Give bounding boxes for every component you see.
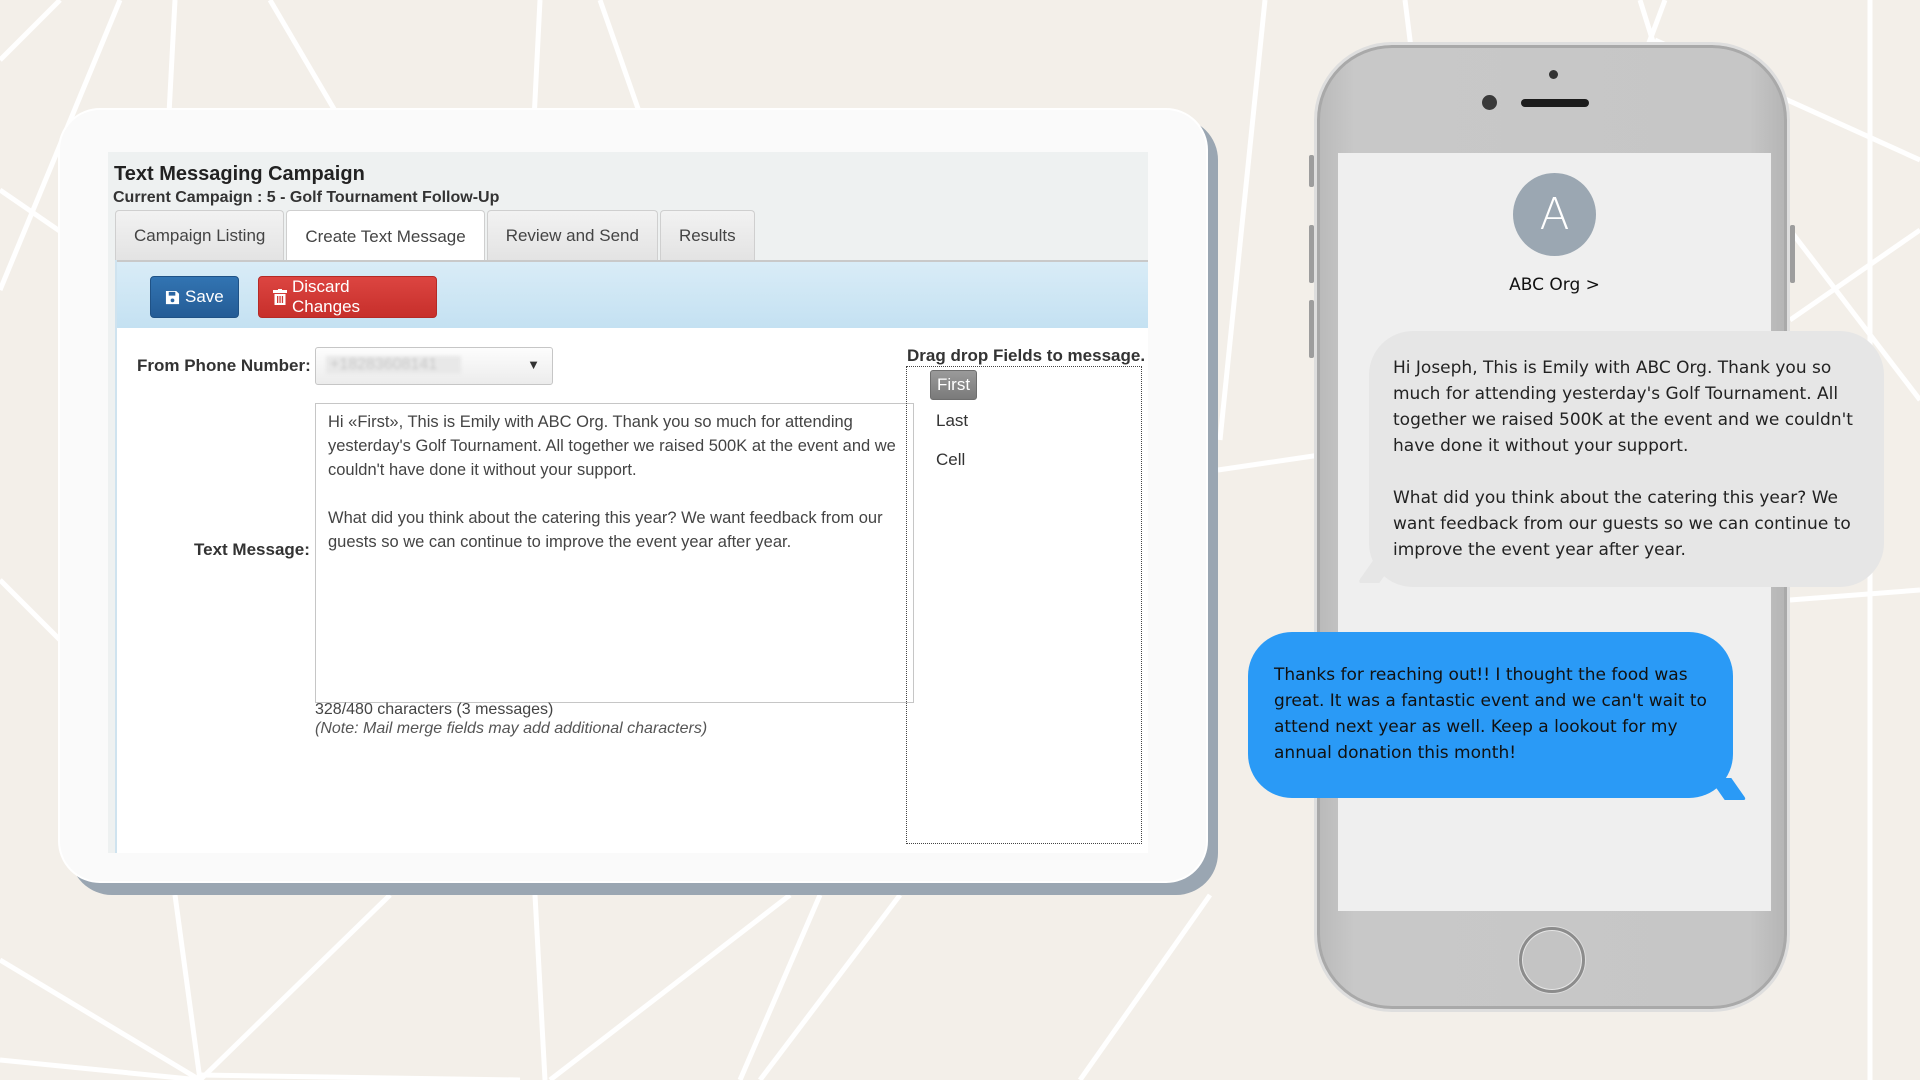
action-toolbar: Save Discard Changes	[117, 260, 1148, 328]
contact-name[interactable]: ABC Org >	[1338, 275, 1771, 295]
incoming-message-bubble: Hi Joseph, This is Emily with ABC Org. T…	[1369, 331, 1884, 587]
text-message-label: Text Message:	[194, 540, 310, 559]
contact-avatar: A	[1513, 173, 1596, 256]
from-phone-value-blurred: +18283608141	[326, 356, 462, 374]
merge-fields-dropzone: First Last Cell	[906, 366, 1142, 844]
home-button[interactable]	[1519, 927, 1585, 993]
discard-changes-button[interactable]: Discard Changes	[258, 276, 437, 318]
merge-field-last[interactable]: Last	[930, 407, 974, 435]
phone-screen: A ABC Org > Hi Joseph, This is Emily wit…	[1248, 153, 1884, 911]
tab-review-and-send[interactable]: Review and Send	[486, 210, 658, 260]
tab-create-text-message[interactable]: Create Text Message	[286, 210, 485, 262]
merge-field-cell[interactable]: Cell	[930, 446, 971, 474]
mute-switch	[1309, 155, 1314, 187]
save-button-label: Save	[185, 287, 224, 306]
tab-content-panel: Save Discard Changes From Phone Number: …	[115, 260, 1148, 853]
mail-merge-note: (Note: Mail merge fields may add additio…	[315, 720, 708, 737]
outgoing-message-bubble: Thanks for reaching out!! I thought the …	[1248, 632, 1733, 798]
character-count: 328/480 characters (3 messages)	[315, 701, 554, 718]
dropdown-caret-icon: ▼	[527, 357, 540, 372]
merge-field-first[interactable]: First	[930, 370, 978, 400]
text-campaign-app: Text Messaging Campaign Current Campaign…	[108, 152, 1148, 853]
tab-bar: Campaign Listing Create Text Message Rev…	[115, 210, 757, 262]
merge-fields-title: Drag drop Fields to message.	[907, 346, 1146, 365]
save-button[interactable]: Save	[150, 276, 239, 318]
tab-campaign-listing[interactable]: Campaign Listing	[115, 210, 285, 260]
proximity-sensor	[1549, 70, 1558, 79]
power-button	[1790, 225, 1795, 283]
phone-mockup: A ABC Org > Hi Joseph, This is Emily wit…	[1248, 42, 1884, 1012]
tab-results[interactable]: Results	[659, 210, 755, 260]
page-title: Text Messaging Campaign	[114, 163, 365, 185]
front-camera-icon	[1482, 95, 1497, 110]
from-phone-select[interactable]: +18283608141 ▼	[315, 347, 553, 385]
current-campaign-label: Current Campaign : 5 - Golf Tournament F…	[113, 189, 500, 206]
trash-icon	[273, 289, 287, 305]
earpiece-speaker	[1521, 99, 1589, 107]
discard-changes-label: Discard Changes	[292, 277, 361, 316]
floppy-disk-icon	[165, 290, 180, 305]
text-message-textarea[interactable]: Hi «First», This is Emily with ABC Org. …	[315, 403, 914, 703]
from-phone-label: From Phone Number:	[137, 356, 311, 375]
volume-up-button	[1309, 225, 1314, 283]
volume-down-button	[1309, 300, 1314, 358]
